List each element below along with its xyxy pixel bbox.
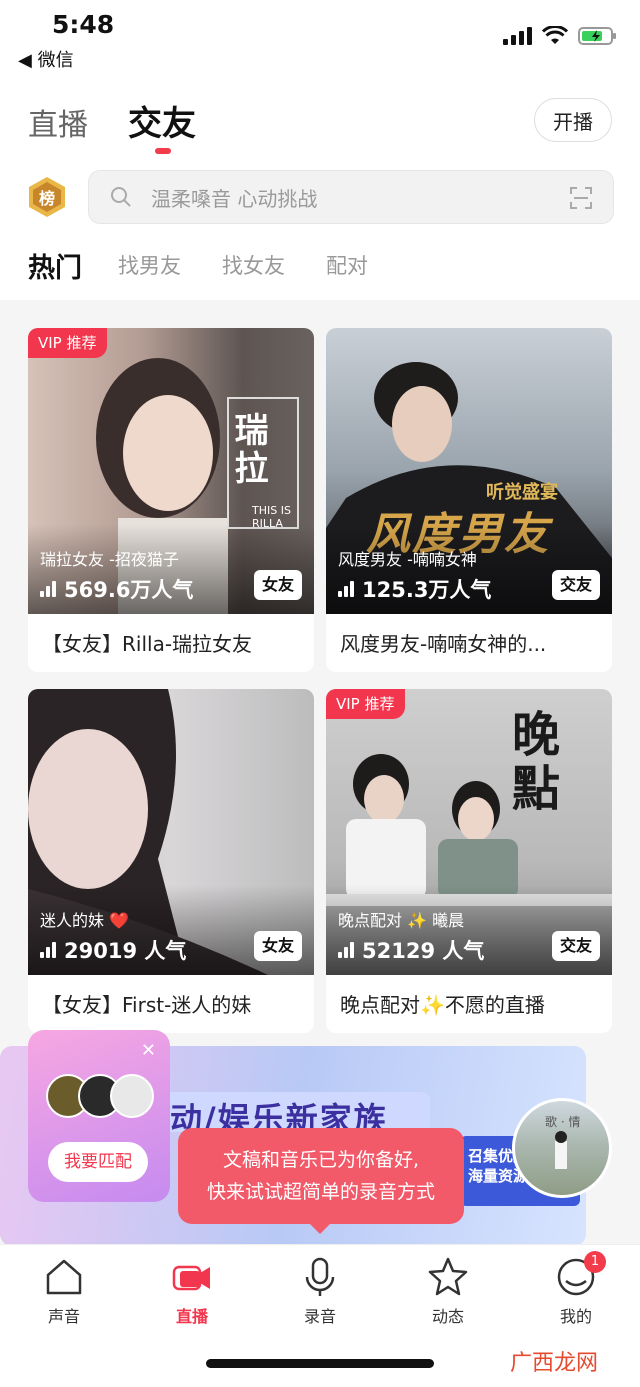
recording-tooltip[interactable]: 文稿和音乐已为你备好, 快来试试超简单的录音方式 <box>178 1128 464 1224</box>
live-thumbnail: 迷人的妹 ❤️ 29019 人气 女友 <box>28 689 314 975</box>
tooltip-line: 快来试试超简单的录音方式 <box>206 1181 435 1203</box>
category-find-girlfriend[interactable]: 找女友 <box>222 250 285 280</box>
popularity: 52129 人气 <box>338 935 484 965</box>
streamer-name: 迷人的妹 ❤️ <box>40 911 130 930</box>
popularity-bars-icon <box>338 942 354 958</box>
poster-title: 晚點 <box>503 709 559 817</box>
live-thumbnail: 风度男友 听觉盛宴 风度男友 -喃喃女神 125.3万人气 交友 <box>326 328 612 614</box>
active-tab-indicator <box>155 148 171 154</box>
popularity: 29019 人气 <box>40 935 186 965</box>
popularity-value: 125.3万人气 <box>362 578 492 602</box>
live-thumbnail: 晚點 VIP 推荐 晚点配对 ✨ 曦晨 52129 人气 交友 <box>326 689 612 975</box>
nav-label: 直播 <box>175 1307 208 1326</box>
wifi-icon <box>542 26 568 44</box>
streamer-name: 瑞拉女友 -招夜猫子 <box>40 550 179 569</box>
nav-label: 声音 <box>47 1307 80 1326</box>
avatar <box>110 1074 154 1118</box>
popularity-bars-icon <box>40 942 56 958</box>
nav-label: 动态 <box>431 1307 464 1326</box>
popularity: 569.6万人气 <box>40 574 193 604</box>
search-placeholder: 温柔嗓音 心动挑战 <box>151 186 318 211</box>
streamer-name: 风度男友 -喃喃女神 <box>338 550 477 569</box>
nav-label: 我的 <box>559 1307 592 1326</box>
popularity-value: 569.6万人气 <box>64 578 194 602</box>
tab-live[interactable]: 直播 <box>28 100 88 144</box>
type-tag: 交友 <box>551 570 600 600</box>
vip-badge: VIP 推荐 <box>326 689 405 719</box>
home-indicator[interactable] <box>206 1359 434 1368</box>
search-icon <box>111 187 131 207</box>
card-title: 【女友】First-迷人的妹 <box>42 993 252 1017</box>
poster-subtitle: 听觉盛宴 <box>486 482 558 503</box>
category-hot[interactable]: 热门 <box>28 246 82 285</box>
bottom-navigation: 声音 直播 录音 动态 1 我的 广西龙网 <box>0 1244 640 1387</box>
tab-friends[interactable]: 交友 <box>128 96 196 145</box>
house-icon <box>46 1259 82 1295</box>
back-to-wechat[interactable]: ◀ 微信 <box>18 46 74 72</box>
category-tabs: 热门 找男友 找女友 配对 <box>0 246 640 286</box>
status-time: 5:48 <box>52 10 115 39</box>
streamer-name: 晚点配对 ✨ 曦晨 <box>338 911 465 930</box>
vip-badge: VIP 推荐 <box>28 328 107 358</box>
microphone-icon <box>305 1257 335 1296</box>
popularity-bars-icon <box>40 581 56 597</box>
category-match[interactable]: 配对 <box>326 250 368 280</box>
signal-icon <box>503 27 532 45</box>
card-title: 晚点配对✨不愿的直播 <box>340 993 545 1017</box>
watermark: 广西龙网 <box>510 1351 599 1376</box>
video-camera-icon <box>172 1265 210 1291</box>
nav-feed[interactable]: 动态 <box>408 1255 488 1327</box>
type-tag: 交友 <box>551 931 600 961</box>
battery-icon <box>578 27 616 45</box>
close-icon[interactable]: ✕ <box>141 1040 156 1061</box>
nav-sound[interactable]: 声音 <box>24 1255 104 1327</box>
match-popup: ✕ 我要匹配 <box>28 1030 170 1202</box>
status-bar: 5:48 ◀ 微信 <box>0 0 640 80</box>
nav-live[interactable]: 直播 <box>152 1255 232 1327</box>
top-tabs: 直播 交友 开播 <box>0 92 640 162</box>
nav-profile[interactable]: 1 我的 <box>536 1251 616 1327</box>
poster-title: 瑞拉 <box>228 412 268 488</box>
live-card[interactable]: 晚點 VIP 推荐 晚点配对 ✨ 曦晨 52129 人气 交友 晚点配对✨不愿的… <box>326 689 612 1033</box>
card-title: 风度男友-喃喃女神的... <box>340 632 547 656</box>
live-card[interactable]: 风度男友 听觉盛宴 风度男友 -喃喃女神 125.3万人气 交友 风度男友-喃喃… <box>326 328 612 672</box>
popularity-bars-icon <box>338 581 354 597</box>
status-icons <box>503 26 618 46</box>
type-tag: 女友 <box>253 570 302 600</box>
start-broadcast-button[interactable]: 开播 <box>534 98 612 142</box>
popularity: 125.3万人气 <box>338 574 491 604</box>
nav-record[interactable]: 录音 <box>280 1255 360 1327</box>
match-button[interactable]: 我要匹配 <box>48 1142 148 1182</box>
category-find-boyfriend[interactable]: 找男友 <box>118 250 181 280</box>
live-card[interactable]: 瑞拉 THIS IS RILLA VIP 推荐 瑞拉女友 -招夜猫子 569.6… <box>28 328 314 672</box>
type-tag: 女友 <box>253 931 302 961</box>
floating-live-window[interactable]: 歌 · 情 <box>512 1098 612 1198</box>
ranking-badge-label: 榜 <box>39 189 55 208</box>
popularity-value: 52129 人气 <box>362 939 485 963</box>
star-icon <box>428 1257 468 1296</box>
scan-icon[interactable] <box>569 186 593 210</box>
tooltip-arrow <box>310 1224 330 1234</box>
tooltip-line: 文稿和音乐已为你备好, <box>222 1149 420 1171</box>
live-card[interactable]: 迷人的妹 ❤️ 29019 人气 女友 【女友】First-迷人的妹 <box>28 689 314 1033</box>
popularity-value: 29019 人气 <box>64 939 187 963</box>
live-thumbnail: 瑞拉 THIS IS RILLA VIP 推荐 瑞拉女友 -招夜猫子 569.6… <box>28 328 314 614</box>
card-title: 【女友】Rilla-瑞拉女友 <box>42 632 253 656</box>
match-avatars <box>46 1074 156 1120</box>
search-bar[interactable]: 温柔嗓音 心动挑战 <box>88 170 614 224</box>
nav-label: 录音 <box>303 1307 336 1326</box>
floating-live-figure <box>555 1131 567 1169</box>
ranking-badge-icon[interactable]: 榜 <box>26 176 68 218</box>
notification-badge: 1 <box>584 1251 606 1273</box>
